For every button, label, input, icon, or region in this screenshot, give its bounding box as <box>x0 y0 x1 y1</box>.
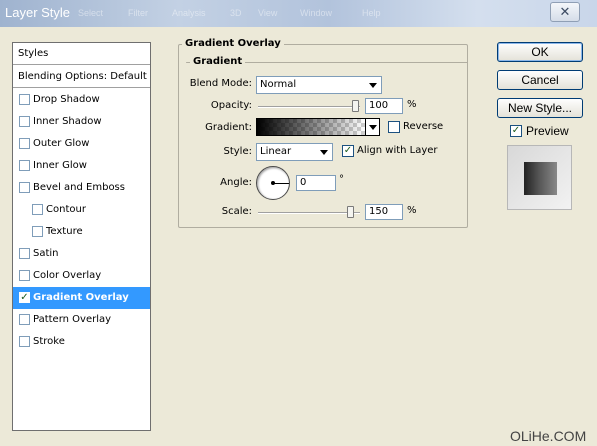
bg-menu-help: Help <box>362 8 381 18</box>
style-item-stroke[interactable]: Stroke <box>13 331 150 353</box>
style-item-checkbox[interactable] <box>19 314 30 325</box>
title-bar: Layer Style Select Filter Analysis 3D Vi… <box>0 0 597 27</box>
style-item-checkbox[interactable] <box>32 204 43 215</box>
style-item-checkbox[interactable] <box>19 160 30 171</box>
style-label: Style: <box>223 146 253 157</box>
style-value: Linear <box>260 146 292 157</box>
preview-label: Preview <box>526 124 569 138</box>
angle-label: Angle: <box>220 177 252 188</box>
style-item-label: Outer Glow <box>33 138 90 149</box>
style-item-label: Color Overlay <box>33 270 102 281</box>
style-item-checkbox[interactable] <box>19 116 30 127</box>
style-select[interactable]: Linear <box>256 143 333 161</box>
bg-menu-3d: 3D <box>230 8 242 18</box>
style-item-label: Drop Shadow <box>33 94 100 105</box>
blend-mode-select[interactable]: Normal <box>256 76 382 94</box>
scale-value: 150 <box>369 206 389 217</box>
scale-input[interactable]: 150 <box>365 204 403 220</box>
styles-header[interactable]: Styles <box>13 43 150 65</box>
angle-unit: ° <box>339 174 344 185</box>
section-title: Gradient Overlay <box>182 38 284 49</box>
blending-options-label: Blending Options: Default <box>18 71 147 82</box>
angle-value: 0 <box>300 177 307 188</box>
chevron-down-icon <box>369 125 377 130</box>
styles-header-label: Styles <box>18 48 49 59</box>
style-item-checkbox[interactable] <box>19 138 30 149</box>
gradient-overlay-panel: Gradient Overlay Gradient Blend Mode: No… <box>160 38 480 238</box>
opacity-unit: % <box>407 99 417 110</box>
style-item-label: Bevel and Emboss <box>33 182 125 193</box>
scale-unit: % <box>407 205 417 216</box>
style-item-inner-shadow[interactable]: Inner Shadow <box>13 111 150 133</box>
opacity-input[interactable]: 100 <box>365 98 403 114</box>
window-title: Layer Style <box>5 5 71 20</box>
bg-menu-analysis: Analysis <box>172 8 206 18</box>
style-item-label: Contour <box>46 204 86 215</box>
ok-button[interactable]: OK <box>497 42 583 62</box>
style-item-pattern-overlay[interactable]: Pattern Overlay <box>13 309 150 331</box>
gradient-overlay-frame <box>178 44 468 228</box>
scale-label: Scale: <box>221 206 252 217</box>
gradient-picker[interactable] <box>256 118 366 136</box>
bg-menu-select: Select <box>78 8 104 18</box>
chevron-down-icon <box>369 83 377 88</box>
style-item-satin[interactable]: Satin <box>13 243 150 265</box>
close-icon: ✕ <box>559 4 571 19</box>
style-item-texture[interactable]: Texture <box>13 221 150 243</box>
blend-mode-value: Normal <box>260 79 297 90</box>
reverse-checkbox[interactable] <box>388 121 400 133</box>
watermark: OLiHe.COM <box>510 428 587 444</box>
style-item-checkbox[interactable] <box>19 182 30 193</box>
style-item-gradient-overlay[interactable]: ✓ Gradient Overlay <box>13 287 150 309</box>
align-with-layer-label: Align with Layer <box>357 145 438 156</box>
cancel-button[interactable]: Cancel <box>497 70 583 90</box>
new-style-button[interactable]: New Style... <box>497 98 583 118</box>
style-item-label: Texture <box>46 226 83 237</box>
style-item-inner-glow[interactable]: Inner Glow <box>13 155 150 177</box>
angle-needle <box>273 183 289 184</box>
style-item-contour[interactable]: Contour <box>13 199 150 221</box>
style-item-checkbox[interactable] <box>32 226 43 237</box>
gradient-dropdown-button[interactable] <box>366 118 380 136</box>
style-item-bevel-and-emboss[interactable]: Bevel and Emboss <box>13 177 150 199</box>
style-item-label: Inner Shadow <box>33 116 102 127</box>
gradient-label: Gradient: <box>205 122 252 133</box>
opacity-slider-thumb[interactable] <box>352 100 359 112</box>
angle-center <box>271 181 275 185</box>
style-item-outer-glow[interactable]: Outer Glow <box>13 133 150 155</box>
style-item-checkbox[interactable] <box>19 248 30 259</box>
style-preview-thumbnail <box>507 145 572 210</box>
angle-dial[interactable] <box>256 166 290 200</box>
style-item-label: Stroke <box>33 336 65 347</box>
style-item-label: Pattern Overlay <box>33 314 112 325</box>
bg-menu-filter: Filter <box>128 8 148 18</box>
opacity-value: 100 <box>369 100 389 111</box>
scale-slider-thumb[interactable] <box>347 206 355 218</box>
preview-checkbox[interactable]: ✓ <box>510 125 522 137</box>
styles-list: Styles Blending Options: Default Drop Sh… <box>12 42 151 431</box>
reverse-label: Reverse <box>403 121 444 132</box>
style-item-checkbox[interactable]: ✓ <box>19 292 30 303</box>
style-item-label: Gradient Overlay <box>33 292 129 303</box>
close-button[interactable]: ✕ <box>550 2 580 22</box>
bg-menu-window: Window <box>300 8 333 18</box>
style-item-checkbox[interactable] <box>19 336 30 347</box>
style-item-color-overlay[interactable]: Color Overlay <box>13 265 150 287</box>
style-item-drop-shadow[interactable]: Drop Shadow <box>13 89 150 111</box>
group-title: Gradient <box>190 56 246 67</box>
style-preview-swatch <box>524 162 557 195</box>
align-with-layer-checkbox[interactable]: ✓ <box>342 145 354 157</box>
opacity-slider[interactable] <box>258 106 360 108</box>
style-item-checkbox[interactable] <box>19 270 30 281</box>
bg-menu-view: View <box>258 8 278 18</box>
chevron-down-icon <box>320 150 328 155</box>
scale-slider[interactable] <box>258 212 360 214</box>
opacity-label: Opacity: <box>210 100 252 111</box>
style-item-label: Inner Glow <box>33 160 87 171</box>
blend-mode-label: Blend Mode: <box>189 78 252 89</box>
style-item-label: Satin <box>33 248 59 259</box>
angle-input[interactable]: 0 <box>296 175 336 191</box>
style-item-checkbox[interactable] <box>19 94 30 105</box>
blending-options[interactable]: Blending Options: Default <box>13 66 150 88</box>
